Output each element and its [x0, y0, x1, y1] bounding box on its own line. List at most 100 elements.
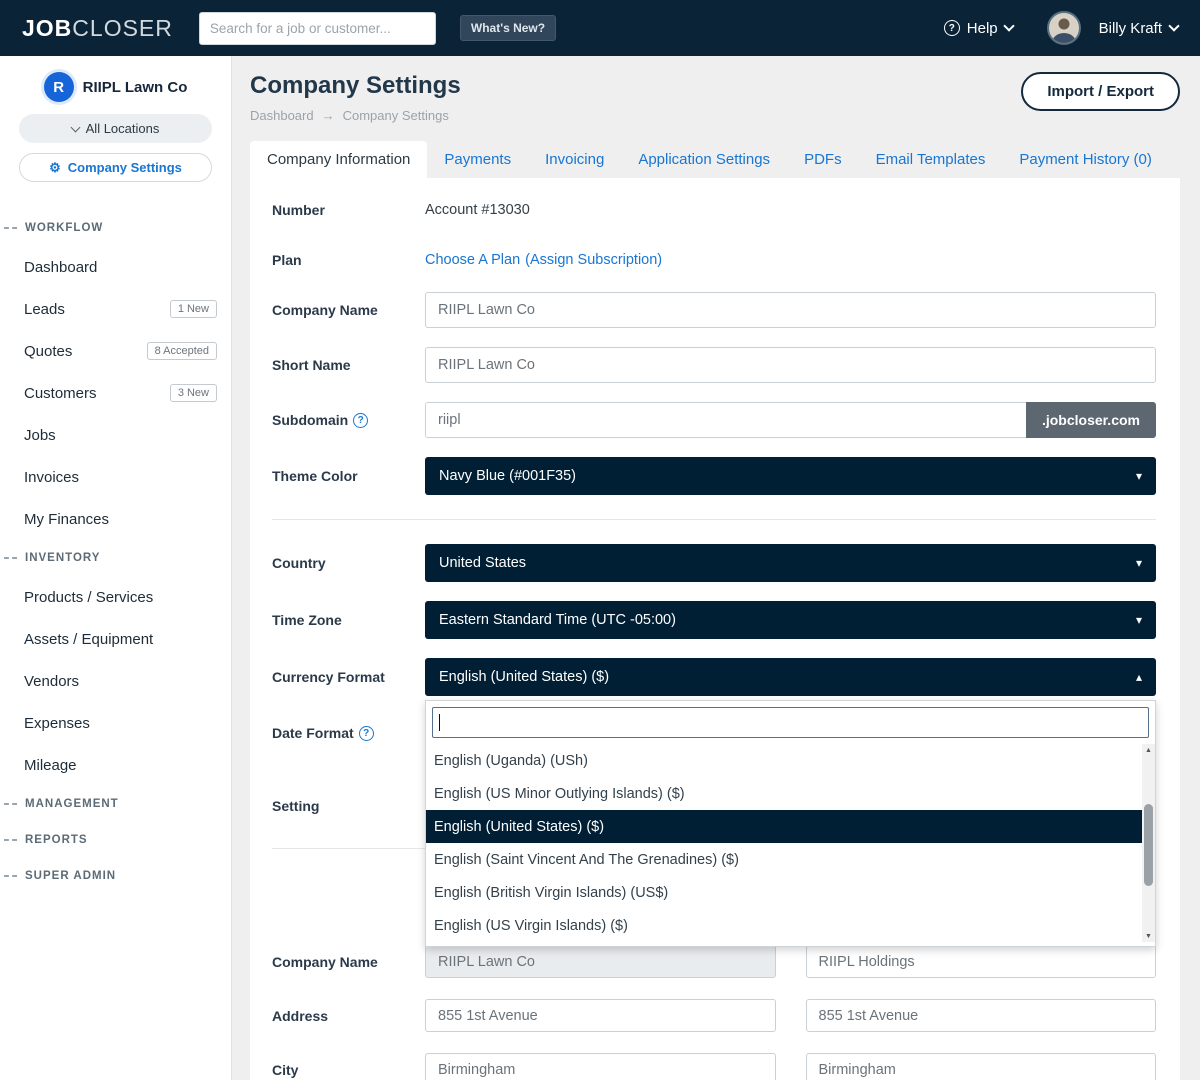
whats-new-button[interactable]: What's New?: [460, 15, 556, 41]
location2-company-name-input[interactable]: [806, 945, 1157, 978]
customers-badge: 3 New: [170, 384, 217, 402]
sidebar-item-label: Invoices: [24, 469, 217, 486]
sidebar-item-leads[interactable]: Leads 1 New: [0, 288, 231, 330]
sidebar-item-vendors[interactable]: Vendors: [0, 660, 231, 702]
section-header-workflow[interactable]: WORKFLOW: [0, 210, 231, 246]
logo-text-light: CLOSER: [72, 15, 173, 41]
section-dash-icon: [4, 875, 17, 877]
scroll-up-icon[interactable]: ▲: [1142, 744, 1155, 756]
location2-city-input[interactable]: [806, 1053, 1157, 1080]
sidebar-item-dashboard[interactable]: Dashboard: [0, 246, 231, 288]
location-company-name-label: Company Name: [272, 954, 425, 970]
sidebar-item-customers[interactable]: Customers 3 New: [0, 372, 231, 414]
theme-color-select[interactable]: Navy Blue (#001F35) ▾: [425, 457, 1156, 495]
location-address-row: Address: [272, 999, 1156, 1032]
company-settings-label: Company Settings: [68, 160, 182, 175]
location1-address-input[interactable]: [425, 999, 776, 1032]
tab-payment-history[interactable]: Payment History (0): [1002, 141, 1169, 178]
page-title: Company Settings: [250, 72, 461, 100]
currency-option[interactable]: English (Saint Vincent And The Grenadine…: [426, 843, 1142, 876]
tab-email-templates[interactable]: Email Templates: [859, 141, 1003, 178]
location1-company-name-input: [425, 945, 776, 978]
country-value: United States: [439, 555, 526, 571]
sidebar-item-mileage[interactable]: Mileage: [0, 744, 231, 786]
chevron-down-icon: [1168, 20, 1179, 31]
leads-badge: 1 New: [170, 300, 217, 318]
short-name-label: Short Name: [272, 357, 425, 373]
scroll-down-icon[interactable]: ▼: [1142, 930, 1155, 942]
country-select[interactable]: United States ▾: [425, 544, 1156, 582]
tab-application-settings[interactable]: Application Settings: [621, 141, 787, 178]
location-city-row: City: [272, 1053, 1156, 1080]
location-address-label: Address: [272, 1008, 425, 1024]
app-logo: JOBCLOSER: [22, 15, 173, 42]
all-locations-label: All Locations: [86, 121, 160, 136]
date-format-help-icon[interactable]: ?: [359, 726, 374, 741]
breadcrumb-dashboard[interactable]: Dashboard: [250, 108, 314, 123]
chevron-up-icon: ▴: [1136, 670, 1142, 684]
currency-option[interactable]: English (Uganda) (USh): [426, 744, 1142, 777]
sidebar-item-quotes[interactable]: Quotes 8 Accepted: [0, 330, 231, 372]
sidebar-item-label: Customers: [24, 385, 170, 402]
help-label: Help: [967, 20, 998, 37]
scrollbar-thumb[interactable]: [1144, 804, 1153, 886]
tab-invoicing[interactable]: Invoicing: [528, 141, 621, 178]
subdomain-input[interactable]: [425, 402, 1026, 438]
currency-format-label: Currency Format: [272, 669, 425, 685]
sidebar-item-label: Leads: [24, 301, 170, 318]
currency-format-select[interactable]: English (United States) ($) ▴: [425, 658, 1156, 696]
tab-pdfs[interactable]: PDFs: [787, 141, 859, 178]
currency-option-selected[interactable]: English (United States) ($): [426, 810, 1142, 843]
plan-row: Plan Choose A Plan (Assign Subscription): [272, 242, 1156, 278]
country-row: Country United States ▾: [272, 544, 1156, 582]
user-menu[interactable]: Billy Kraft: [1047, 11, 1178, 45]
number-label: Number: [272, 202, 425, 218]
location1-city-input[interactable]: [425, 1053, 776, 1080]
company-settings-button[interactable]: ⚙ Company Settings: [19, 153, 212, 182]
help-icon: ?: [944, 20, 960, 36]
help-menu[interactable]: ? Help: [944, 20, 1013, 37]
tab-bar: Company Information Payments Invoicing A…: [250, 141, 1180, 178]
section-header-super-admin[interactable]: SUPER ADMIN: [0, 858, 231, 894]
top-navbar: JOBCLOSER What's New? ? Help Billy Kraft: [0, 0, 1200, 56]
sidebar-item-label: Quotes: [24, 343, 147, 360]
import-export-button[interactable]: Import / Export: [1021, 72, 1180, 111]
currency-option[interactable]: English (US Virgin Islands) ($): [426, 909, 1142, 942]
sidebar-item-label: Expenses: [24, 715, 217, 732]
tab-payments[interactable]: Payments: [427, 141, 528, 178]
sidebar-item-jobs[interactable]: Jobs: [0, 414, 231, 456]
company-row: R RIIPL Lawn Co: [0, 72, 231, 102]
chevron-down-icon: [1003, 20, 1014, 31]
sidebar-item-my-finances[interactable]: My Finances: [0, 498, 231, 540]
dropdown-scrollbar[interactable]: ▲ ▼: [1142, 744, 1155, 942]
sidebar-item-label: Vendors: [24, 673, 217, 690]
section-header-reports[interactable]: REPORTS: [0, 822, 231, 858]
choose-plan-link[interactable]: Choose A Plan: [425, 252, 520, 268]
global-search-input[interactable]: [199, 12, 436, 45]
sidebar-item-expenses[interactable]: Expenses: [0, 702, 231, 744]
currency-option[interactable]: English (British Virgin Islands) (US$): [426, 876, 1142, 909]
section-divider: [272, 519, 1156, 520]
short-name-input[interactable]: [425, 347, 1156, 383]
currency-option[interactable]: English (US Minor Outlying Islands) ($): [426, 777, 1142, 810]
assign-subscription-link[interactable]: (Assign Subscription): [525, 252, 662, 268]
chevron-down-icon: ▾: [1136, 613, 1142, 627]
currency-dropdown-search-input[interactable]: [432, 707, 1149, 738]
location2-address-input[interactable]: [806, 999, 1157, 1032]
setting-label: Setting: [272, 798, 425, 814]
sidebar-item-invoices[interactable]: Invoices: [0, 456, 231, 498]
sidebar-item-label: Dashboard: [24, 259, 217, 276]
all-locations-dropdown[interactable]: All Locations: [19, 114, 212, 143]
sidebar-item-assets-equipment[interactable]: Assets / Equipment: [0, 618, 231, 660]
subdomain-help-icon[interactable]: ?: [353, 413, 368, 428]
tab-company-information[interactable]: Company Information: [250, 141, 427, 178]
section-header-inventory[interactable]: INVENTORY: [0, 540, 231, 576]
country-label: Country: [272, 555, 425, 571]
sidebar-item-label: Mileage: [24, 757, 217, 774]
section-header-management[interactable]: MANAGEMENT: [0, 786, 231, 822]
main-content: Company Settings Dashboard → Company Set…: [232, 56, 1200, 1080]
company-name-input[interactable]: [425, 292, 1156, 328]
sidebar-item-products-services[interactable]: Products / Services: [0, 576, 231, 618]
breadcrumb-arrow-icon: →: [322, 108, 335, 123]
timezone-select[interactable]: Eastern Standard Time (UTC -05:00) ▾: [425, 601, 1156, 639]
